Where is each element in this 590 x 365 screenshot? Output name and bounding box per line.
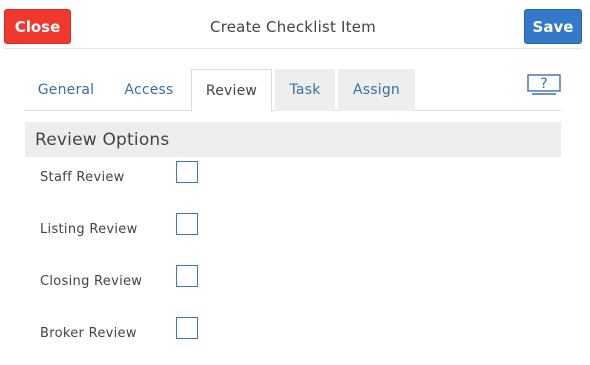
dialog-title: Create Checklist Item	[210, 18, 376, 36]
option-label: Closing Review	[40, 274, 143, 289]
review-options-heading: Review Options	[25, 122, 561, 157]
tab-task[interactable]: Task	[275, 69, 335, 111]
close-button[interactable]: Close	[4, 9, 71, 44]
listing-review-checkbox[interactable]	[176, 213, 198, 235]
tab-access[interactable]: Access	[111, 69, 187, 111]
dialog-header: Close Create Checklist Item Save	[0, 0, 590, 50]
tab-bar: General Access Review Task Assign	[25, 69, 561, 112]
tab-general[interactable]: General	[25, 69, 107, 111]
broker-review-checkbox[interactable]	[176, 317, 198, 339]
option-closing-review: Closing Review	[40, 265, 240, 291]
help-glyph: ?	[540, 76, 547, 92]
option-label: Listing Review	[40, 222, 138, 237]
tab-assign[interactable]: Assign	[338, 69, 415, 111]
header-divider	[4, 48, 582, 49]
option-label: Broker Review	[40, 326, 137, 341]
help-monitor-icon[interactable]: ?	[527, 74, 561, 96]
option-label: Staff Review	[40, 170, 125, 185]
save-button[interactable]: Save	[524, 9, 582, 44]
option-listing-review: Listing Review	[40, 213, 240, 239]
closing-review-checkbox[interactable]	[176, 265, 198, 287]
tab-review[interactable]: Review	[191, 69, 272, 112]
staff-review-checkbox[interactable]	[176, 161, 198, 183]
option-staff-review: Staff Review	[40, 161, 240, 187]
option-broker-review: Broker Review	[40, 317, 240, 343]
